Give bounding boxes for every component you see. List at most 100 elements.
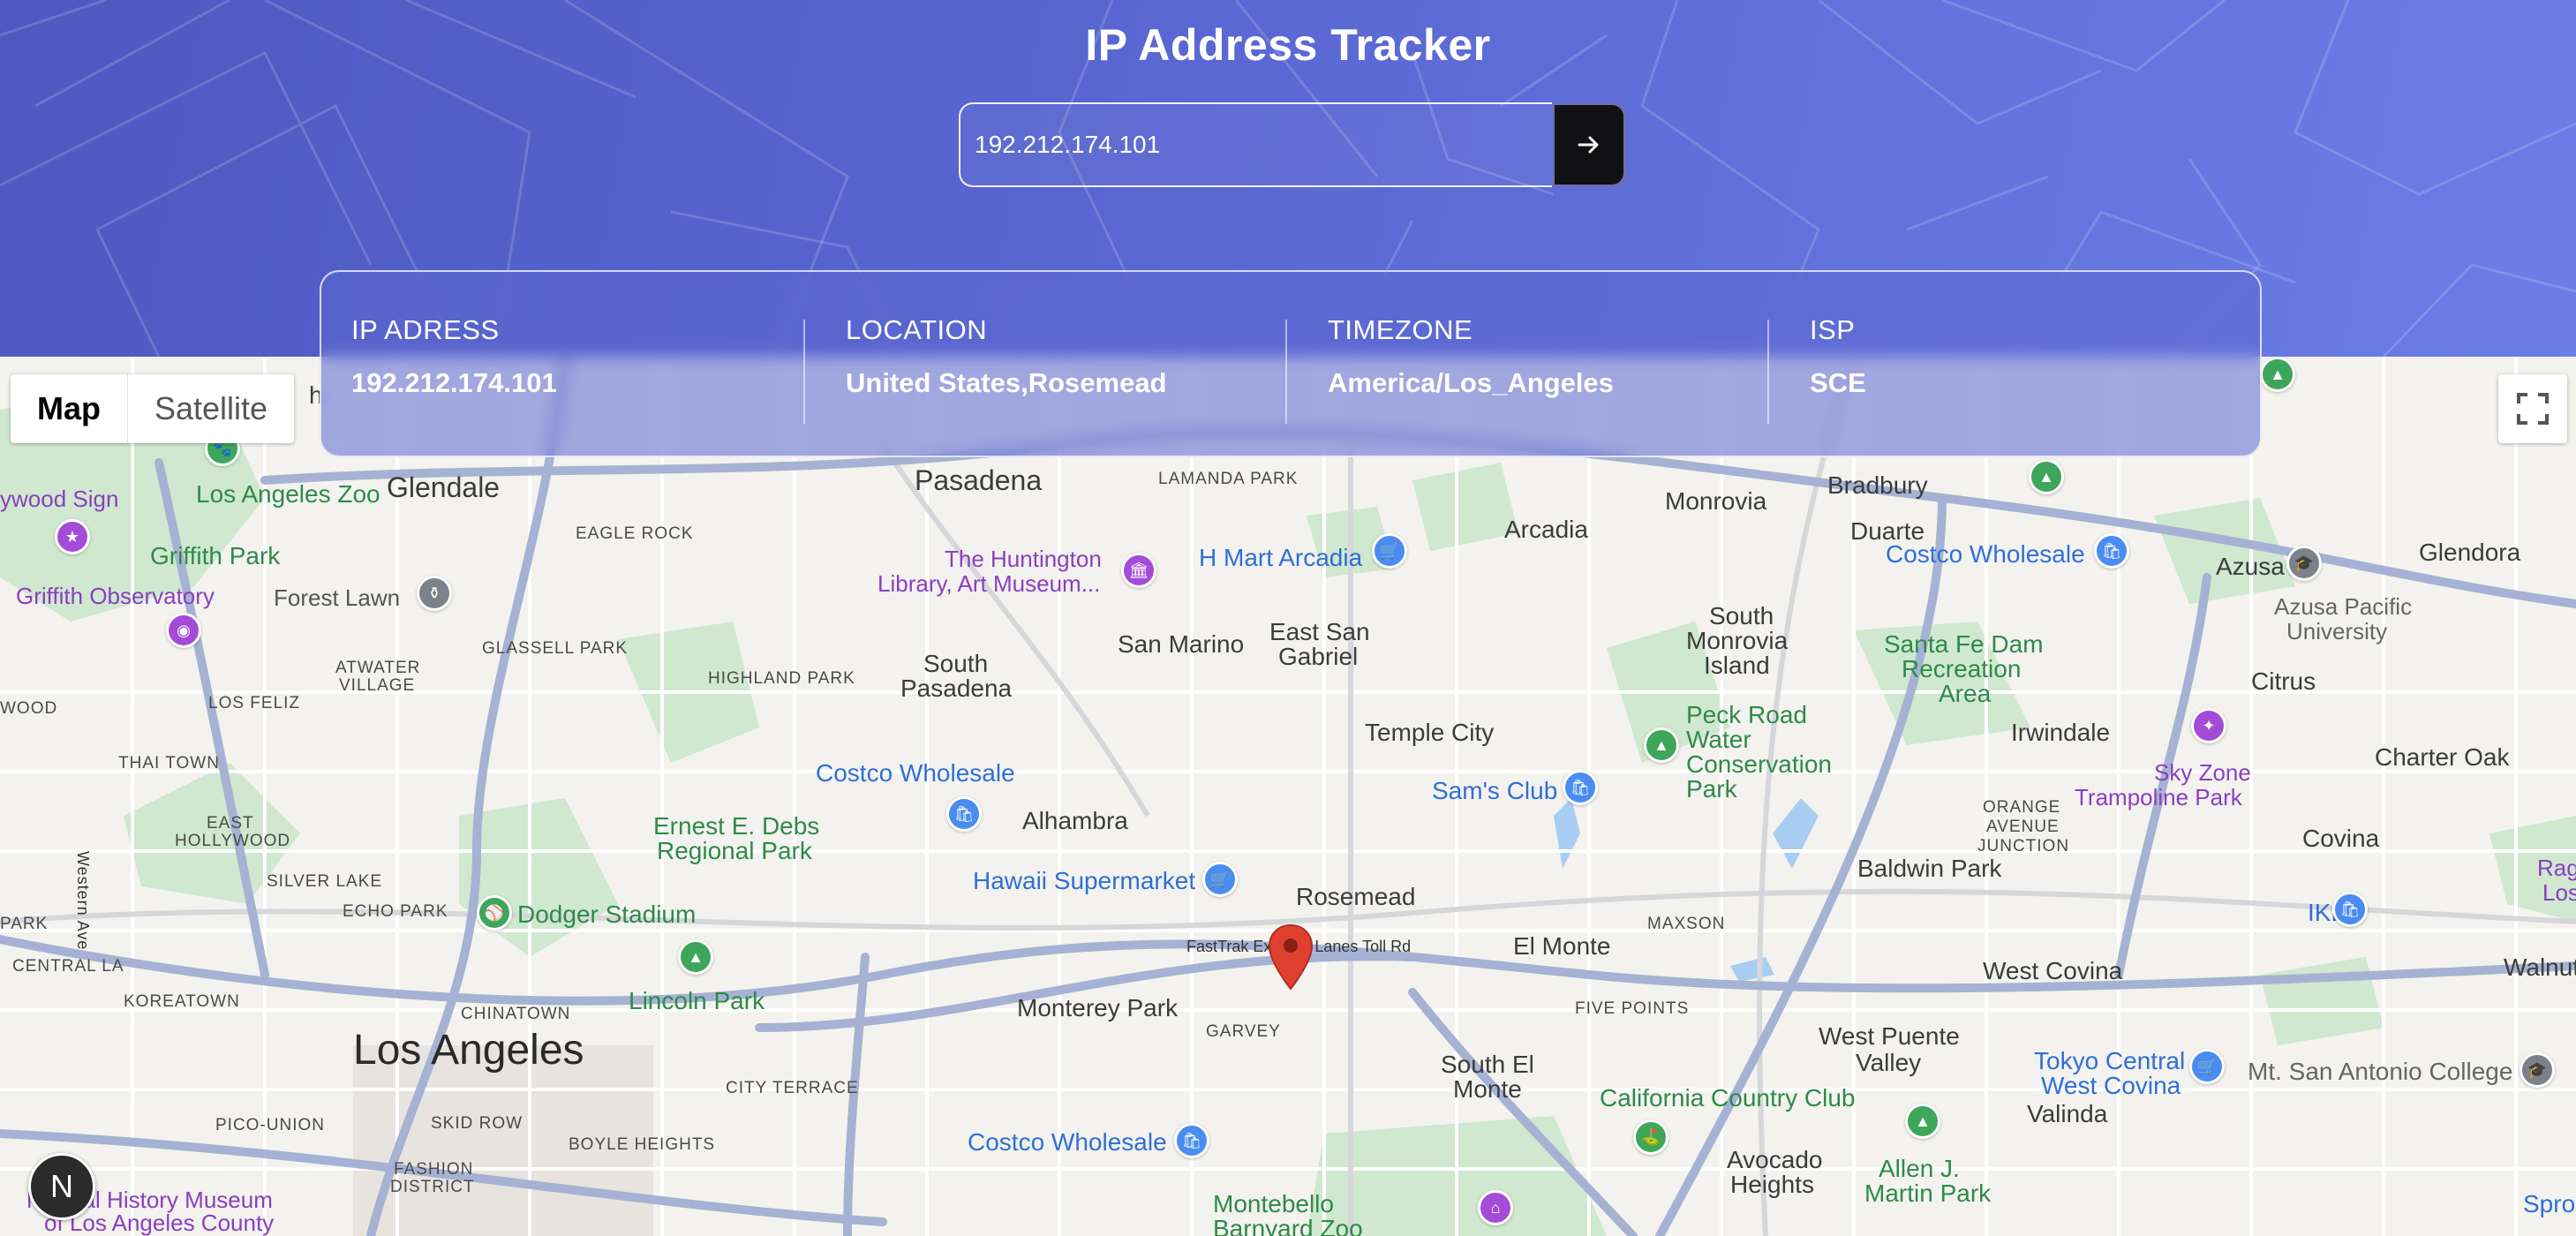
map-label-bradbury: Bradbury (1827, 471, 1928, 499)
shopping-icon[interactable]: 🛍 (2094, 533, 2129, 569)
school-icon[interactable]: 🎓 (2286, 546, 2322, 581)
school-icon[interactable]: 🎓 (2520, 1052, 2555, 1088)
map-label-city-terrace: CITY TERRACE (726, 1079, 859, 1097)
map-label-san-marino: San Marino (1118, 630, 1245, 658)
map-label-orange-ave-1: ORANGE (1983, 798, 2061, 817)
map-label-costco-monrovia: Costco Wholesale (1886, 540, 2085, 568)
store-icon[interactable]: 🛒 (2189, 1049, 2225, 1084)
map-label-west-puente-2: Valley (1856, 1049, 1922, 1076)
page-title: IP Address Tracker (1085, 20, 1491, 70)
ip-search-input[interactable] (959, 102, 1555, 187)
shopping-icon[interactable]: 🛍 (946, 796, 982, 832)
map-label-citrus: Citrus (2251, 667, 2316, 695)
map-label-fashion-1: FASHION (394, 1160, 474, 1179)
park-icon[interactable]: ▲ (1905, 1104, 1940, 1139)
map-label-glendora: Glendora (2419, 539, 2521, 566)
map-label-huntington-1: The Huntington (945, 546, 1102, 572)
map-label-peck-4: Park (1686, 775, 1737, 803)
park-icon[interactable]: ▲ (2029, 459, 2064, 494)
map-label-irwindale: Irwindale (2011, 719, 2111, 746)
info-divider (1767, 320, 1769, 424)
map-label-azusa: Azusa (2216, 553, 2285, 580)
park-icon[interactable]: ▲ (2260, 357, 2295, 392)
map-label-fashion-2: DISTRICT (390, 1178, 475, 1196)
info-divider (1285, 320, 1287, 424)
map-label-valinda: Valinda (2027, 1100, 2108, 1127)
map-label-allen-2: Martin Park (1864, 1179, 1992, 1207)
timezone-value: America/Los_Angeles (1328, 367, 1614, 398)
map-label-boyle: BOYLE HEIGHTS (569, 1135, 716, 1154)
map-label-skid-row: SKID ROW (431, 1114, 523, 1133)
shopping-icon[interactable]: 🛍 (1563, 770, 1598, 805)
map-label-wood: WOOD (0, 699, 58, 718)
map-label-costco-mp: Costco Wholesale (968, 1128, 1167, 1156)
entertainment-icon[interactable]: ✦ (2191, 708, 2226, 743)
map-label-west-puente-1: West Puente (1819, 1022, 1960, 1050)
map-label-five-points: FIVE POINTS (1575, 999, 1690, 1018)
store-icon[interactable]: 🛒 (1372, 533, 1407, 569)
compass-button[interactable]: N (28, 1153, 95, 1220)
map-label-pico-union: PICO-UNION (215, 1116, 325, 1134)
map-label-el-monte: El Monte (1513, 932, 1611, 960)
location-value: United States,Rosemead (846, 367, 1167, 398)
stadium-icon[interactable]: ⚾ (477, 895, 512, 931)
map-label-covina: Covina (2302, 825, 2380, 852)
map-label-dodger: Dodger Stadium (517, 901, 697, 928)
search-bar (959, 102, 1626, 187)
map-label-los-angeles: Los Angeles (353, 1027, 584, 1074)
map-label-arcadia: Arcadia (1504, 516, 1588, 543)
map-label-west-covina: West Covina (1983, 957, 2123, 984)
map-type-satellite-option[interactable]: Satellite (128, 374, 294, 443)
golf-icon[interactable]: ⛳ (1633, 1119, 1668, 1155)
map-type-map-option[interactable]: Map (11, 374, 127, 443)
ip-value: 192.212.174.101 (351, 367, 557, 398)
shopping-icon[interactable]: 🛍 (2332, 892, 2368, 927)
map-label-ragin-1: Ragin (2537, 855, 2576, 881)
map-label-griffith-obs: Griffith Observatory (16, 583, 215, 609)
map-label-lincoln: Lincoln Park (629, 987, 765, 1014)
map-label-sky-zone-2: Trampoline Park (2075, 784, 2242, 810)
map-label-east-hollywood-2: HOLLYWOOD (175, 832, 291, 850)
map-label-garvey: GARVEY (1206, 1022, 1281, 1041)
map-label-east-sg-2: Gabriel (1278, 643, 1359, 670)
arrow-right-icon (1578, 136, 1599, 154)
shopping-icon[interactable]: 🛍 (1174, 1123, 1209, 1158)
map-label-azusa-pacific-1: Azusa Pacific (2274, 593, 2413, 620)
observatory-icon[interactable]: ◉ (166, 613, 201, 648)
map-label-griffith-park: Griffith Park (150, 542, 281, 569)
map-label-hawaii: Hawaii Supermarket (973, 867, 1196, 894)
park-icon[interactable]: ▲ (1644, 727, 1679, 763)
park-icon[interactable]: ▲ (678, 939, 713, 975)
map-label-south-monrovia-3: Island (1704, 652, 1770, 679)
store-icon[interactable]: 🛒 (1202, 862, 1238, 897)
museum-icon[interactable]: 🏛 (1121, 553, 1156, 588)
map-pin-icon[interactable] (1268, 923, 1314, 991)
map-label-cal-country: California Country Club (1600, 1084, 1856, 1112)
map-view[interactable]: Glendale Pasadena Monrovia Bradbury Duar… (0, 357, 2576, 1236)
map-label-avocado-2: Heights (1730, 1171, 1814, 1198)
ip-info-card: IP ADRESS 192.212.174.101 LOCATION Unite… (320, 270, 2262, 457)
map-label-santa-fe-3: Area (1939, 680, 1992, 707)
search-submit-button[interactable] (1552, 102, 1626, 187)
cemetery-icon[interactable]: ⚱ (417, 576, 452, 611)
map-label-chinatown: CHINATOWN (461, 1005, 571, 1023)
map-label-south-el-monte-2: Monte (1453, 1075, 1522, 1103)
map-label-ernest-2: Regional Park (657, 837, 812, 864)
map-label-park-w: PARK (0, 915, 49, 933)
map-label-monrovia: Monrovia (1665, 487, 1767, 515)
map-type-toggle: Map Satellite (11, 374, 295, 443)
map-label-silver-lake: SILVER LAKE (267, 872, 383, 891)
map-label-thai-town: THAI TOWN (118, 754, 220, 772)
map-label-echo-park: ECHO PARK (343, 902, 448, 921)
info-ip-section: IP ADRESS 192.212.174.101 (351, 314, 803, 411)
attraction-icon[interactable]: ⌂ (1478, 1190, 1513, 1225)
fullscreen-button[interactable] (2498, 374, 2567, 443)
map-label-eagle-rock: EAGLE ROCK (576, 524, 694, 543)
map-label-los-feliz: LOS FELIZ (208, 694, 301, 712)
fullscreen-icon (2517, 393, 2549, 425)
info-divider (803, 320, 805, 424)
isp-label: ISP (1810, 314, 1856, 345)
map-label-montebello-2: Barnyard Zoo (1213, 1215, 1363, 1236)
landmark-icon[interactable]: ★ (55, 519, 90, 554)
map-label-la-zoo: Los Angeles Zoo (196, 480, 380, 508)
